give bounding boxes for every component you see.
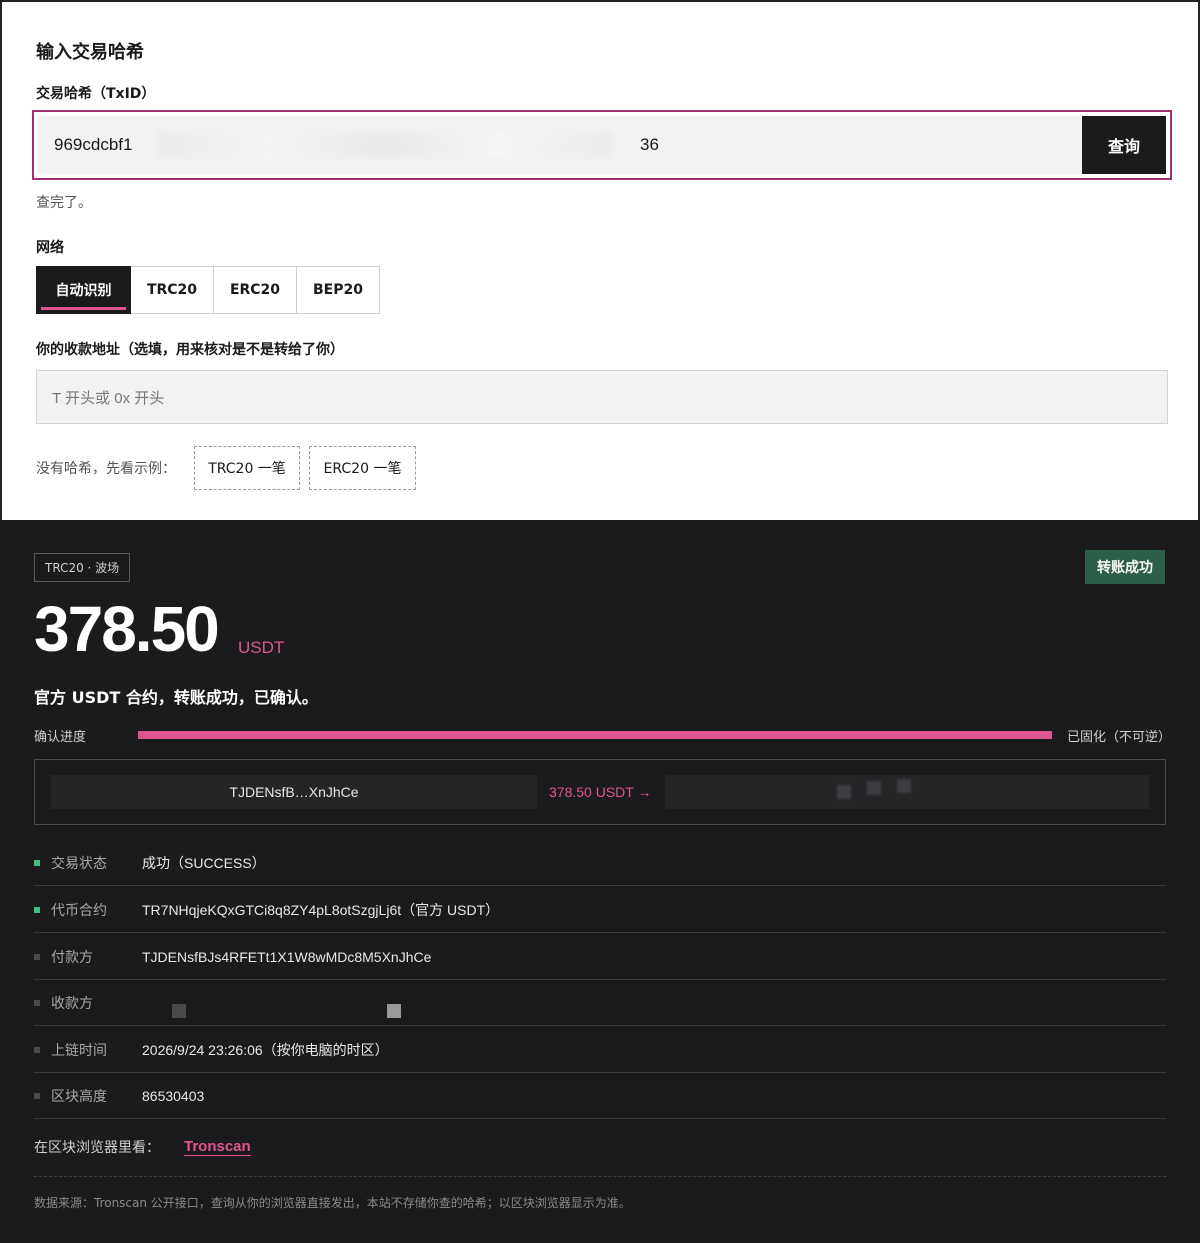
example-trc20-button[interactable]: TRC20 一笔 xyxy=(194,446,300,490)
network-tab-bep20[interactable]: BEP20 xyxy=(297,266,380,314)
status-ok-marker xyxy=(34,859,40,866)
detail-row-payer: 付款方 TJDENsfBJs4RFETt1X1W8wMDc8M5XnJhCe xyxy=(34,934,1166,980)
status-marker xyxy=(34,953,40,960)
example-erc20-button[interactable]: ERC20 一笔 xyxy=(309,446,416,490)
detail-key: 上链时间 xyxy=(51,1042,107,1059)
network-tabs: 自动识别 TRC20 ERC20 BEP20 xyxy=(36,266,380,314)
redacted-block xyxy=(867,781,881,795)
detail-row-block: 区块高度 86530403 xyxy=(34,1073,1166,1119)
detail-key: 付款方 xyxy=(51,949,93,966)
detail-row-status: 交易状态 成功（SUCCESS） xyxy=(34,840,1166,886)
flow-to-address-redacted xyxy=(665,775,1149,809)
txid-field-focus-ring: 969cdcbf1 36 查询 xyxy=(32,110,1172,180)
footer-divider xyxy=(34,1176,1166,1177)
status-marker xyxy=(34,1092,40,1099)
detail-value: 成功（SUCCESS） xyxy=(142,854,266,871)
detail-row-payee: 收款方 xyxy=(34,980,1166,1026)
progress-fill xyxy=(138,731,1052,739)
detail-key: 代币合约 xyxy=(51,902,107,919)
detail-value: 86530403 xyxy=(142,1087,205,1104)
chain-badge: TRC20 · 波场 xyxy=(34,553,131,582)
txid-value-end: 36 xyxy=(640,135,659,154)
detail-row-contract: 代币合约 TR7NHqjeKQxGTCi8q8ZY4pL8otSzgjLj6t（… xyxy=(34,887,1166,933)
query-button[interactable]: 查询 xyxy=(1082,116,1166,174)
status-badge: 转账成功 xyxy=(1085,550,1165,584)
network-tab-trc20[interactable]: TRC20 xyxy=(131,266,214,314)
progress-label: 确认进度 xyxy=(34,730,87,745)
status-marker xyxy=(34,999,40,1006)
status-ok-marker xyxy=(34,906,40,913)
txid-label: 交易哈希（TxID） xyxy=(36,86,156,102)
redacted-block xyxy=(837,785,851,799)
network-tab-auto[interactable]: 自动识别 xyxy=(36,266,131,314)
page-title: 输入交易哈希 xyxy=(36,42,144,63)
address-input[interactable]: T 开头或 0x 开头 xyxy=(36,370,1168,424)
result-summary: 官方 USDT 合约，转账成功，已确认。 xyxy=(34,688,318,707)
example-label: 没有哈希，先看示例： xyxy=(36,461,176,477)
explorer-label: 在区块浏览器里看： xyxy=(34,1140,160,1156)
result-card: TRC20 · 波场 转账成功 378.50 USDT 官方 USDT 合约，转… xyxy=(0,520,1200,1243)
redacted-block xyxy=(387,1004,401,1018)
progress-end-label: 已固化（不可逆） xyxy=(1067,730,1172,745)
detail-value: TJDENsfBJs4RFETt1X1W8wMDc8M5XnJhCe xyxy=(142,948,432,965)
txid-redacted-region xyxy=(158,132,612,158)
network-label: 网络 xyxy=(36,240,64,256)
flow-from-address: TJDENsfB…XnJhCe xyxy=(51,775,537,809)
address-label: 你的收款地址（选填，用来核对是不是转给了你） xyxy=(36,342,344,358)
status-message: 查完了。 xyxy=(36,195,92,211)
detail-key: 收款方 xyxy=(51,995,93,1012)
txid-input[interactable]: 969cdcbf1 36 xyxy=(38,116,1082,174)
txid-value-start: 969cdcbf1 xyxy=(54,135,133,154)
detail-key: 交易状态 xyxy=(51,855,107,872)
detail-value: TR7NHqjeKQxGTCi8q8ZY4pL8otSzgjLj6t（官方 US… xyxy=(142,901,500,918)
query-form: 输入交易哈希 交易哈希（TxID） 969cdcbf1 36 查询 查完了。 网… xyxy=(0,0,1200,520)
flow-amount: 378.50 USDT → xyxy=(549,784,652,800)
transfer-amount: 378.50 xyxy=(34,593,220,665)
detail-key: 区块高度 xyxy=(51,1088,107,1105)
amount-unit: USDT xyxy=(238,638,285,657)
detail-row-time: 上链时间 2026/9/24 23:26:06（按你电脑的时区） xyxy=(34,1027,1166,1073)
tronscan-link[interactable]: Tronscan xyxy=(184,1138,251,1155)
data-source-footnote: 数据来源：Tronscan 公开接口，查询从你的浏览器直接发出，本站不存储你查的… xyxy=(34,1196,631,1210)
redacted-block xyxy=(172,1004,186,1018)
status-marker xyxy=(34,1046,40,1053)
network-tab-erc20[interactable]: ERC20 xyxy=(214,266,297,314)
transfer-flow: TJDENsfB…XnJhCe 378.50 USDT → xyxy=(34,759,1166,825)
confirmation-progress-bar xyxy=(138,731,1052,739)
detail-value: 2026/9/24 23:26:06（按你电脑的时区） xyxy=(142,1041,389,1058)
redacted-block xyxy=(897,779,911,793)
